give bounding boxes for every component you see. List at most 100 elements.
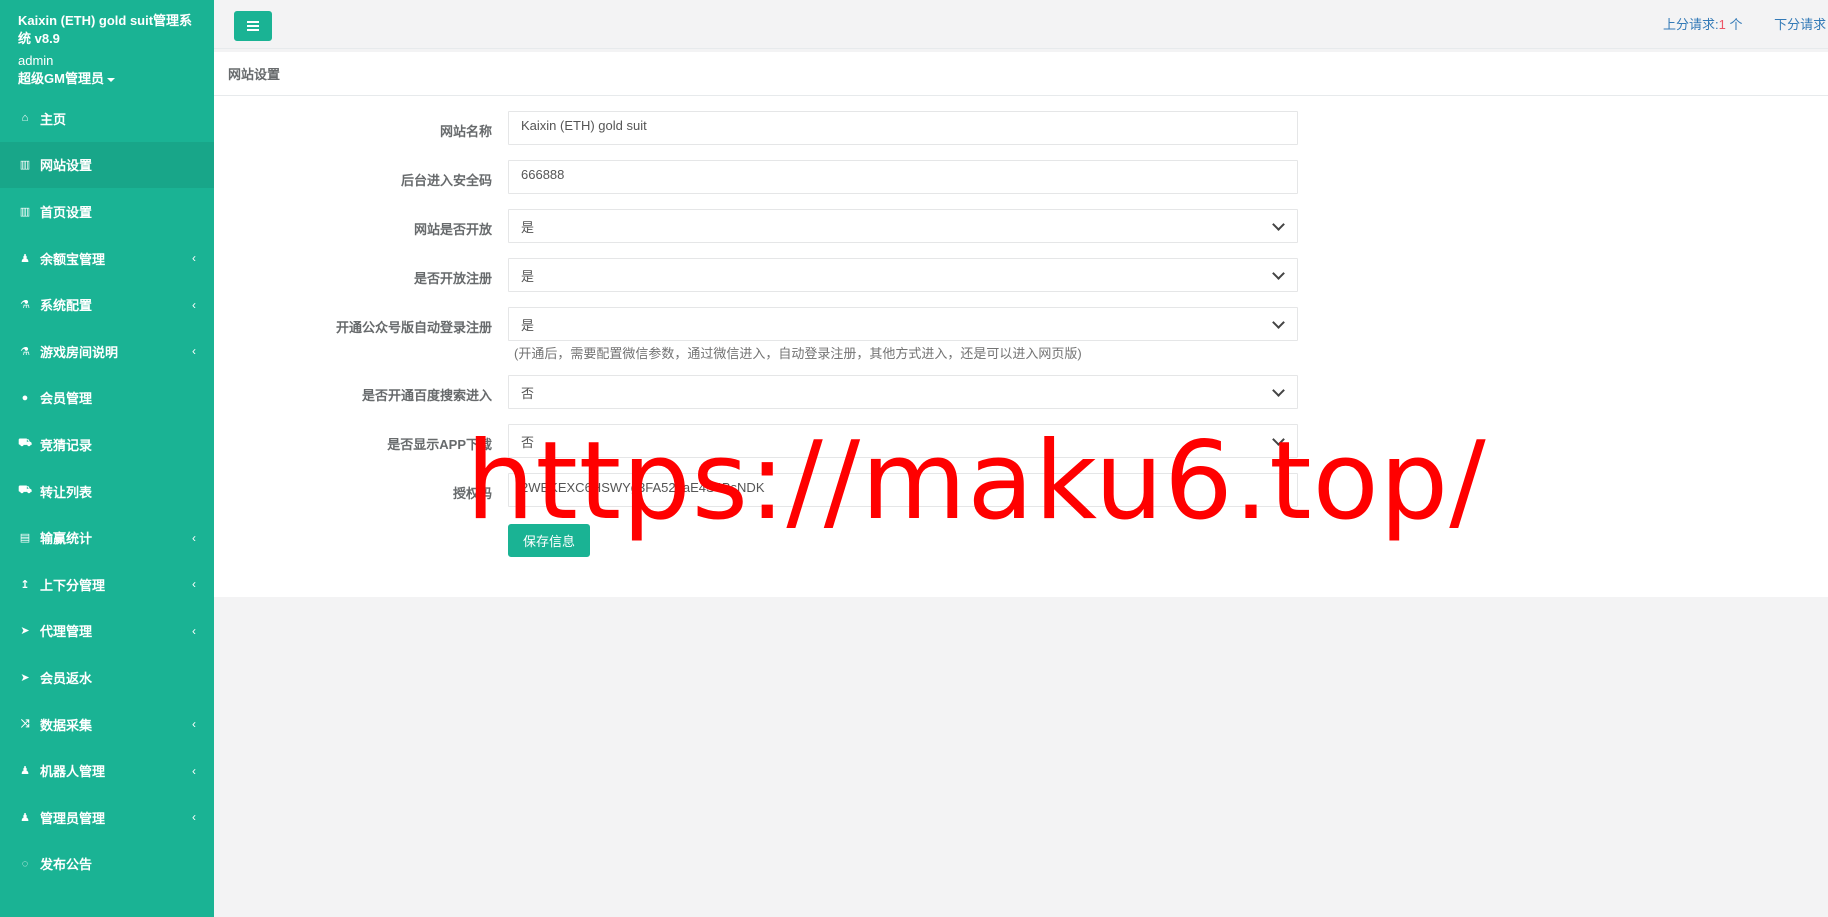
sidebar-item-label: 系统配置: [40, 298, 93, 314]
user-role-dropdown[interactable]: 超级GM管理员: [18, 70, 196, 88]
app-title: Kaixin (ETH) gold suit管理系统 v8.9: [18, 13, 193, 46]
sidebar-item-label: 发布公告: [40, 857, 93, 873]
sidebar-item-label: 首页设置: [40, 204, 93, 220]
sidebar-item[interactable]: ➤ 代理管理 ‹: [0, 608, 214, 655]
auth-code-input[interactable]: 2WEKEXC6HSWYg3FA527aE4S4BsNDK: [508, 473, 1298, 507]
caret-down-icon: [106, 77, 115, 82]
save-button[interactable]: 保存信息: [508, 524, 590, 557]
chevron-left-icon: ‹: [192, 717, 196, 732]
bars-icon: [247, 21, 259, 31]
chevron-left-icon: ‹: [192, 623, 196, 638]
site-open-value: 是: [521, 219, 535, 235]
app-download-select[interactable]: 否: [508, 424, 1298, 458]
random-icon: ⤨: [20, 717, 30, 730]
register-open-select[interactable]: 是: [508, 258, 1298, 292]
chevron-left-icon: ‹: [192, 577, 196, 592]
sidebar-item[interactable]: ⚗ 系统配置 ‹: [0, 281, 214, 328]
sidebar-item[interactable]: ▥ 首页设置: [0, 188, 214, 235]
chevron-left-icon: ‹: [192, 344, 196, 359]
male-icon: ♟: [20, 765, 30, 778]
security-code-input[interactable]: 666888: [508, 160, 1298, 194]
security-code-label: 后台进入安全码: [400, 173, 492, 188]
male-icon: ♟: [20, 811, 30, 824]
sidebar-item[interactable]: ▤ 输赢统计 ‹: [0, 514, 214, 561]
chevron-down-icon: [1272, 383, 1285, 397]
sidebar-item[interactable]: ➤ 会员返水: [0, 654, 214, 701]
sidebar-item[interactable]: ⌂ 主页: [0, 95, 214, 142]
sidebar-item-label: 转让列表: [40, 484, 93, 500]
app-download-value: 否: [521, 434, 535, 450]
sidebar-item[interactable]: ♟ 管理员管理 ‹: [0, 794, 214, 841]
sidebar-item-label: 游戏房间说明: [40, 344, 119, 360]
site-name-label: 网站名称: [439, 124, 492, 139]
sidebar-item-label: 上下分管理: [40, 577, 106, 593]
sidebar-item-label: 网站设置: [40, 158, 93, 174]
sidebar-item[interactable]: ↥ 上下分管理 ‹: [0, 561, 214, 608]
user-name: admin: [18, 53, 54, 68]
sidebar-item[interactable]: ▥ 网站设置: [0, 141, 214, 189]
chevron-left-icon: ‹: [192, 297, 196, 312]
chevron-left-icon: ‹: [192, 530, 196, 545]
wechat-auto-label: 开通公众号版自动登录注册: [335, 320, 492, 335]
flask-icon: ⚗: [20, 299, 30, 312]
sidebar-item[interactable]: ♟ 余额宝管理 ‹: [0, 235, 214, 282]
app-download-label: 是否显示APP下载: [387, 437, 492, 452]
sidebar-item-label: 机器人管理: [40, 764, 106, 780]
car-icon: ⛟: [18, 484, 32, 497]
up-request-link[interactable]: 上分请求:1 个: [1663, 17, 1742, 32]
bar-chart-icon: ▤: [19, 532, 31, 545]
sidebar-brand: Kaixin (ETH) gold suit管理系统 v8.9 admin 超级…: [0, 0, 214, 88]
wechat-auto-select[interactable]: 是: [508, 307, 1298, 341]
site-open-select[interactable]: 是: [508, 209, 1298, 243]
baidu-label: 是否开通百度搜索进入: [361, 388, 492, 403]
wechat-auto-help: (开通后，需要配置微信参数，通过微信进入，自动登录注册，其他方式进入，还是可以进…: [514, 346, 1082, 361]
chevron-left-icon: ‹: [192, 251, 196, 266]
level-up-icon: ↥: [20, 578, 30, 591]
sidebar-item[interactable]: ◌ 发布公告: [0, 841, 214, 888]
sidebar-item[interactable]: ⛟ 转让列表: [0, 468, 214, 515]
sidebar-item[interactable]: ♟ 机器人管理 ‹: [0, 747, 214, 794]
car-icon: ⛟: [18, 437, 32, 450]
sidebar-item[interactable]: ⚗ 游戏房间说明 ‹: [0, 328, 214, 375]
flask-icon: ⚗: [20, 345, 30, 358]
sidebar: Kaixin (ETH) gold suit管理系统 v8.9 admin 超级…: [0, 0, 214, 917]
sidebar-item[interactable]: ● 会员管理: [0, 375, 214, 422]
sidebar-nav: ⌂ 主页 ▥ 网站设置 ▥ 首页设置 ♟ 余额宝管理 ‹ ⚗ 系统配置 ‹ ⚗ 游戏房间说明 ‹ ● 会员管理 ⛟…: [0, 95, 214, 887]
menu-toggle-button[interactable]: [234, 11, 272, 41]
male-icon: ♟: [20, 252, 30, 265]
sidebar-item-label: 余额宝管理: [40, 251, 106, 267]
sidebar-item-label: 数据采集: [40, 717, 93, 733]
sidebar-item-label: 会员管理: [40, 391, 93, 407]
baidu-select[interactable]: 否: [508, 375, 1298, 409]
chevron-down-icon: [1272, 315, 1285, 329]
up-request-unit: 个: [1725, 17, 1743, 32]
settings-panel: 网站设置 网站名称 Kaixin (ETH) gold suit 后台进入安全码…: [214, 52, 1828, 597]
user-role-label: 超级GM管理员: [18, 71, 104, 86]
baidu-value: 否: [521, 385, 535, 401]
sidebar-item-label: 管理员管理: [40, 810, 106, 826]
up-request-label: 上分请求:: [1663, 17, 1719, 32]
panel-title: 网站设置: [214, 52, 1828, 96]
top-navbar: 上分请求:1 个 下分请求: [214, 0, 1828, 49]
sidebar-item-label: 主页: [40, 111, 67, 127]
register-open-value: 是: [521, 268, 535, 284]
columns-icon: ▥: [19, 205, 31, 218]
site-name-input[interactable]: Kaixin (ETH) gold suit: [508, 111, 1298, 145]
paper-plane-icon: ➤: [20, 671, 30, 684]
sidebar-item[interactable]: ⛟ 竞猜记录: [0, 421, 214, 468]
top-links: 上分请求:1 个 下分请求: [1663, 14, 1826, 33]
chevron-left-icon: ‹: [192, 763, 196, 778]
paper-plane-icon: ➤: [20, 625, 30, 638]
wechat-auto-value: 是: [521, 317, 535, 333]
auth-code-label: 授权码: [452, 486, 492, 501]
sidebar-item[interactable]: ⤨ 数据采集 ‹: [0, 701, 214, 748]
columns-icon: ▥: [19, 159, 31, 172]
home-icon: ⌂: [21, 112, 29, 125]
sidebar-item-label: 会员返水: [40, 670, 93, 686]
chevron-down-icon: [1272, 432, 1285, 446]
sidebar-item-label: 代理管理: [40, 624, 93, 640]
up-request-count: 1: [1718, 17, 1726, 32]
sidebar-item-label: 竞猜记录: [40, 437, 93, 453]
down-request-link[interactable]: 下分请求: [1774, 17, 1826, 32]
register-open-label: 是否开放注册: [413, 271, 492, 286]
